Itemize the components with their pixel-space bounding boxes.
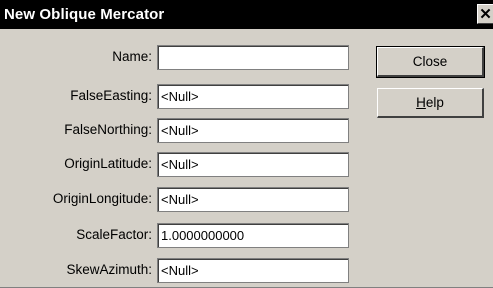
false-northing-field[interactable]: <Null>: [157, 118, 349, 143]
skew-azimuth-row: SkewAzimuth: <Null>: [0, 258, 352, 284]
false-easting-field[interactable]: <Null>: [157, 84, 349, 109]
skew-azimuth-label: SkewAzimuth:: [66, 262, 152, 277]
name-row: Name:: [0, 45, 352, 71]
scale-factor-field[interactable]: 1.0000000000: [157, 223, 349, 248]
origin-latitude-row: OriginLatitude: <Null>: [0, 152, 352, 178]
origin-longitude-label: OriginLongitude:: [52, 191, 152, 206]
name-field[interactable]: [157, 45, 349, 70]
origin-longitude-row: OriginLongitude: <Null>: [0, 187, 352, 213]
skew-azimuth-field[interactable]: <Null>: [157, 258, 349, 283]
false-northing-row: FalseNorthing: <Null>: [0, 118, 352, 144]
origin-latitude-label: OriginLatitude:: [64, 156, 152, 171]
false-easting-label: FalseEasting:: [70, 88, 152, 103]
false-easting-row: FalseEasting: <Null>: [0, 84, 352, 110]
help-button-label: Help: [416, 95, 444, 110]
name-label: Name:: [112, 49, 152, 64]
scale-factor-label: ScaleFactor:: [76, 227, 152, 242]
window-title: New Oblique Mercator: [4, 6, 165, 23]
close-button[interactable]: Close: [376, 46, 485, 78]
title-bar: New Oblique Mercator ✕: [0, 0, 493, 29]
help-button[interactable]: Help: [377, 88, 484, 118]
scale-factor-row: ScaleFactor: 1.0000000000: [0, 223, 352, 249]
origin-longitude-field[interactable]: <Null>: [157, 187, 349, 212]
false-northing-label: FalseNorthing:: [64, 122, 152, 137]
close-icon[interactable]: ✕: [477, 4, 493, 24]
origin-latitude-field[interactable]: <Null>: [157, 152, 349, 177]
